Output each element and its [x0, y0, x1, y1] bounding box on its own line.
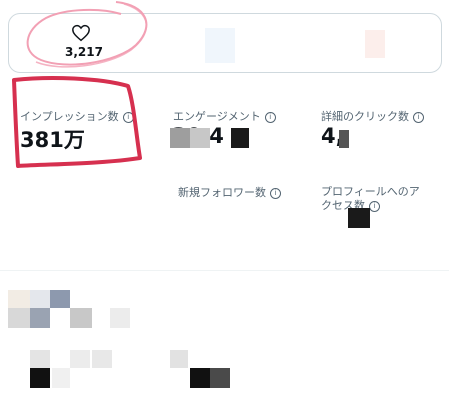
blurred-area [365, 30, 385, 58]
blurred-area [205, 28, 235, 63]
blurred-area [30, 290, 50, 308]
new-followers-label: 新規フォロワー数 i [178, 184, 281, 200]
blurred-area [30, 368, 50, 388]
blurred-area [348, 208, 370, 228]
blurred-area [170, 128, 190, 148]
blurred-area [190, 368, 210, 388]
blurred-area [8, 290, 30, 308]
blurred-area [231, 128, 249, 148]
blurred-area [170, 350, 188, 368]
info-icon[interactable]: i [369, 201, 380, 212]
blurred-area [92, 350, 112, 368]
info-icon[interactable]: i [264, 112, 276, 123]
divider [0, 270, 449, 271]
info-icon[interactable]: i [413, 112, 424, 123]
blurred-area [110, 308, 130, 328]
blurred-area [70, 308, 92, 328]
blurred-area [50, 290, 70, 308]
blurred-area [8, 308, 30, 328]
blurred-area [190, 128, 210, 148]
annotation-box [12, 76, 142, 168]
blurred-area [70, 350, 90, 368]
engagements-label: エンゲージメント i [173, 108, 276, 124]
annotation-circle [26, 1, 148, 68]
blurred-area [52, 368, 70, 388]
detail-clicks-label: 詳細のクリック数 i [321, 108, 424, 124]
blurred-area [30, 308, 50, 328]
blurred-area [339, 130, 349, 148]
blurred-area [30, 350, 50, 368]
blurred-area [210, 368, 230, 388]
info-icon[interactable]: i [270, 188, 281, 199]
